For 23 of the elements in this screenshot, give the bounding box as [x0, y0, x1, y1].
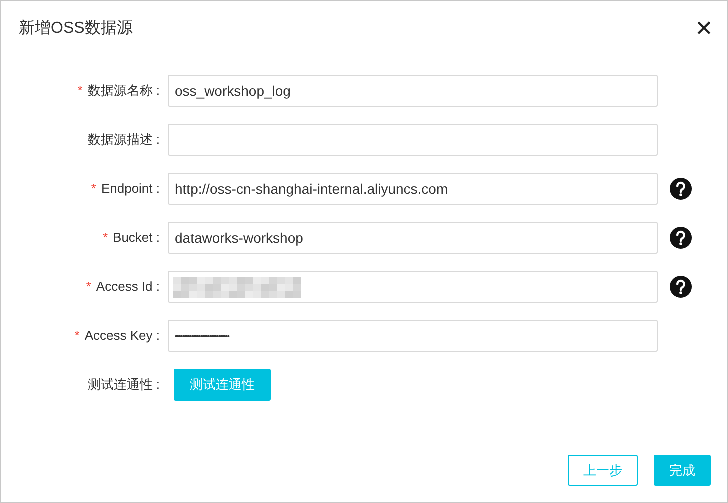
required-mark: *: [91, 180, 96, 198]
close-button[interactable]: ✕: [695, 18, 713, 40]
input-field[interactable]: oss_workshop_log: [168, 75, 658, 107]
required-mark: *: [78, 82, 83, 100]
input-field[interactable]: http://oss-cn-shanghai-internal.aliyuncs.com: [168, 173, 658, 205]
help-icon[interactable]: [670, 276, 692, 298]
field-label: Access Key :: [84, 327, 160, 346]
password-field[interactable]: ••••••••••••••••••••••••••••••: [168, 320, 658, 352]
input-field[interactable]: [168, 124, 658, 156]
required-mark: *: [86, 278, 92, 296]
input-field[interactable]: dataworks-workshop: [168, 222, 658, 254]
dialog-title: 新增OSS数据源: [19, 18, 133, 39]
field-label: Access Id :: [96, 278, 160, 296]
field-label: Endpoint :: [101, 180, 160, 198]
help-icon[interactable]: [670, 227, 692, 249]
field-label: 数据源名称 :: [88, 82, 160, 100]
field-label: 测试连通性 :: [88, 376, 160, 394]
required-mark: *: [102, 229, 108, 248]
field-label: Bucket :: [113, 229, 160, 248]
help-icon[interactable]: [670, 178, 692, 200]
field-label: 数据源描述 :: [88, 131, 160, 150]
input-field[interactable]: [168, 271, 658, 303]
required-mark: *: [74, 327, 80, 346]
